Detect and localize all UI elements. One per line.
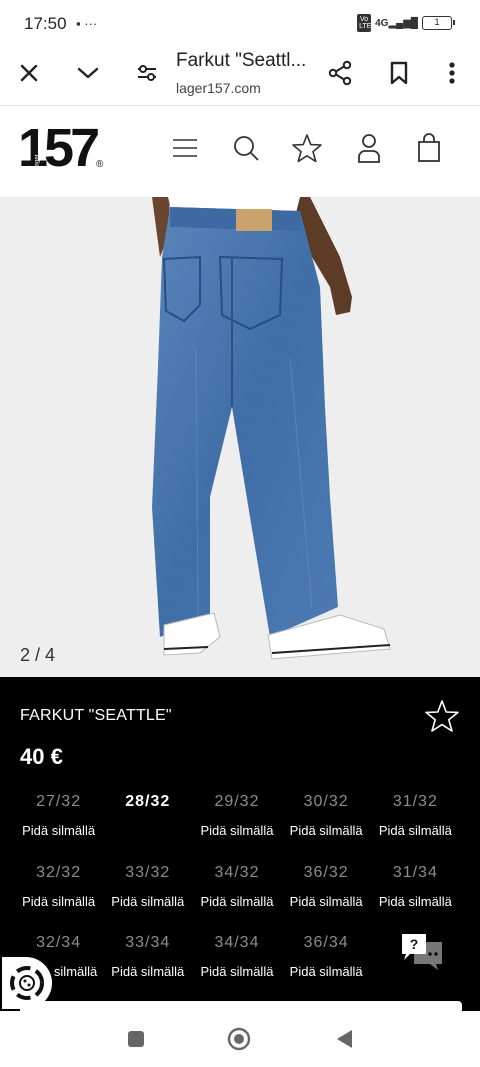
search-icon[interactable]: [229, 131, 263, 165]
size-option[interactable]: 34/34 Pidä silmällä: [192, 926, 281, 997]
status-bar: 17:50 ▪ ··· Vo LTE 4G▂▄▆█ 1: [0, 0, 480, 46]
tune-icon[interactable]: [132, 58, 162, 88]
product-price: 40 €: [20, 744, 63, 769]
size-label: 27/32: [36, 793, 82, 810]
system-nav-bar: [0, 1011, 480, 1067]
notification-icons: ▪ ···: [76, 16, 98, 31]
logo-registered-mark: ®: [96, 159, 104, 170]
browser-toolbar: Farkut "Seattl... lager157.com: [0, 46, 480, 106]
size-option[interactable]: 36/32 Pidä silmällä: [282, 856, 371, 927]
size-option[interactable]: 30/32 Pidä silmällä: [282, 785, 371, 856]
menu-icon[interactable]: [168, 131, 202, 165]
size-watch-note[interactable]: Pidä silmällä: [371, 894, 460, 909]
home-icon[interactable]: [227, 1027, 251, 1051]
size-label: 34/32: [214, 863, 260, 881]
size-label: 34/34: [214, 934, 260, 951]
jeans-illustration: [0, 197, 480, 677]
recents-icon[interactable]: [124, 1027, 148, 1051]
size-label: 31/32: [392, 793, 438, 810]
size-watch-note[interactable]: Pidä silmällä: [103, 894, 192, 909]
page-title: Farkut "Seattl...: [176, 50, 307, 71]
favorite-star-icon[interactable]: [424, 699, 460, 735]
volte-icon: Vo LTE: [357, 14, 372, 32]
size-label: 36/32: [303, 863, 349, 881]
signal-icon: 4G▂▄▆█: [375, 17, 418, 29]
size-watch-note[interactable]: Pidä silmällä: [192, 894, 281, 909]
size-label: 33/32: [125, 863, 171, 881]
bottom-sheet-edge: [20, 1001, 462, 1011]
size-watch-note[interactable]: Pidä silmällä: [14, 823, 103, 838]
size-option[interactable]: 29/32 Pidä silmällä: [192, 785, 281, 856]
size-label: 30/32: [303, 793, 349, 810]
status-indicators: Vo LTE 4G▂▄▆█ 1: [357, 14, 455, 32]
size-watch-note[interactable]: Pidä silmällä: [14, 894, 103, 909]
help-chat-icon[interactable]: ?: [400, 932, 444, 972]
bag-icon[interactable]: [412, 131, 446, 165]
size-option[interactable]: 34/32 Pidä silmällä: [192, 856, 281, 927]
size-option[interactable]: 33/34 Pidä silmällä: [103, 926, 192, 997]
product-info-panel: FARKUT "SEATTLE" 40 € 27/32 Pidä silmällä…: [0, 677, 480, 1011]
size-label: 28/32: [125, 793, 171, 810]
size-watch-note[interactable]: Pidä silmällä: [282, 894, 371, 909]
size-watch-note[interactable]: Pidä silmällä: [282, 964, 371, 979]
close-icon[interactable]: [14, 58, 44, 88]
logo-text: 157: [18, 118, 100, 178]
size-watch-note[interactable]: Pidä silmällä: [282, 823, 371, 838]
size-label: 33/34: [125, 934, 171, 951]
chat-glyph: ?: [410, 936, 419, 952]
size-option[interactable]: 32/32 Pidä silmällä: [14, 856, 103, 927]
page-url[interactable]: lager157.com: [176, 80, 261, 96]
size-watch-note[interactable]: Pidä silmällä: [192, 823, 281, 838]
size-option[interactable]: 28/32: [103, 785, 192, 856]
site-header: 157 Lager ®: [0, 107, 480, 197]
bookmark-icon[interactable]: [384, 58, 414, 88]
user-icon[interactable]: [352, 131, 386, 165]
size-grid: 27/32 Pidä silmällä 28/32 29/32 Pidä silmäll…: [14, 785, 466, 997]
share-icon[interactable]: [325, 58, 355, 88]
star-icon[interactable]: [290, 131, 324, 165]
size-option[interactable]: 36/34 Pidä silmällä: [282, 926, 371, 997]
size-label: 32/34: [36, 934, 82, 951]
size-watch-note[interactable]: Pidä silmällä: [192, 964, 281, 979]
more-vert-icon[interactable]: [437, 58, 467, 88]
size-label: 31/34: [392, 863, 438, 881]
size-option[interactable]: 31/32 Pidä silmällä: [371, 785, 460, 856]
logo-subtext: Lager: [34, 154, 41, 170]
size-watch-note[interactable]: Pidä silmällä: [103, 964, 192, 979]
size-label: 32/32: [36, 863, 82, 881]
size-label: 36/34: [303, 934, 349, 951]
product-image[interactable]: 2 / 4: [0, 197, 480, 677]
size-watch-note[interactable]: Pidä silmällä: [371, 823, 460, 838]
status-time: 17:50: [24, 14, 67, 33]
battery-icon: 1: [422, 16, 455, 30]
chevron-down-icon[interactable]: [73, 58, 103, 88]
size-option[interactable]: 27/32 Pidä silmällä: [14, 785, 103, 856]
cookie-settings-icon[interactable]: [2, 957, 52, 1009]
size-label: 29/32: [214, 793, 260, 810]
product-name: FARKUT "SEATTLE": [20, 707, 172, 724]
size-option[interactable]: 31/34 Pidä silmällä: [371, 856, 460, 927]
back-icon[interactable]: [332, 1027, 356, 1051]
image-counter: 2 / 4: [20, 645, 56, 665]
size-option[interactable]: 33/32 Pidä silmällä: [103, 856, 192, 927]
